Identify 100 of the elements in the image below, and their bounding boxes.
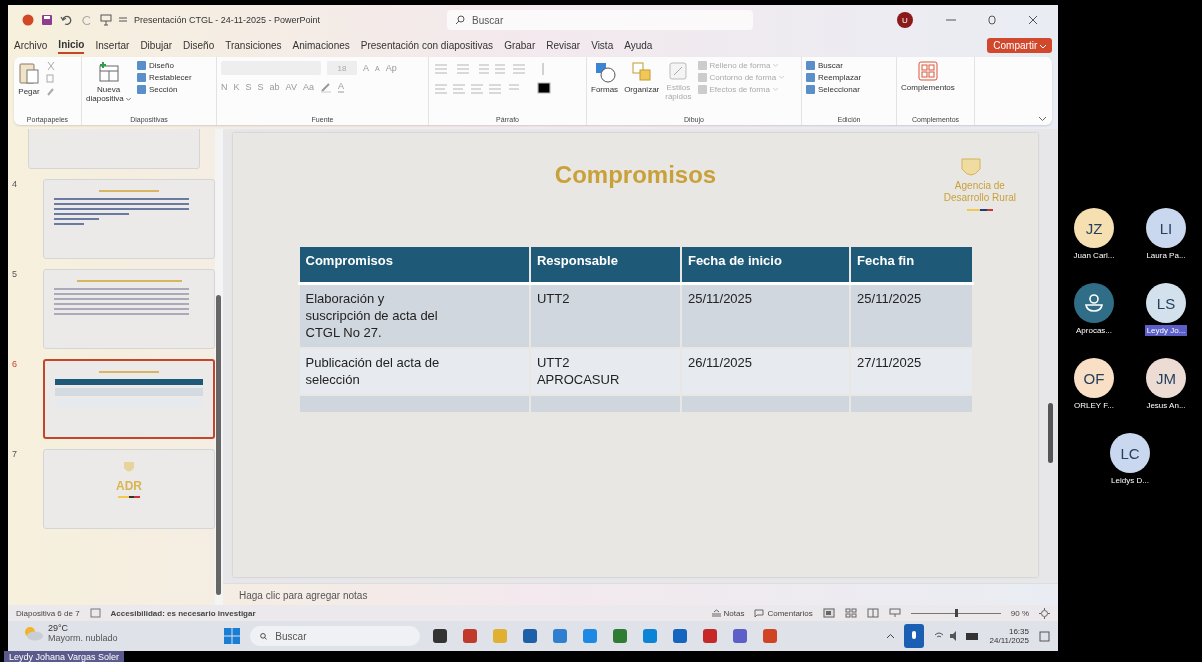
taskbar-search-field[interactable]: Buscar <box>273 629 411 643</box>
add-ins-icon <box>917 61 938 81</box>
thumbnail-logo-text: ADR <box>116 479 142 493</box>
paste-button[interactable]: Pegar <box>18 87 40 96</box>
participant-avatar[interactable]: LI <box>1146 208 1186 248</box>
ribbon-small-button[interactable]: Diseño <box>137 61 192 70</box>
chevron-up-icon[interactable] <box>886 634 894 638</box>
app-icon[interactable] <box>672 628 689 644</box>
participant-avatar[interactable]: LC <box>1110 433 1150 473</box>
participant-name: Laura Pa... <box>1145 250 1187 261</box>
participant-name: Jesus An... <box>1145 400 1187 411</box>
search-field[interactable]: Buscar <box>470 13 675 27</box>
comments-button[interactable]: Comentarios <box>754 608 813 618</box>
slide-thumbnail[interactable] <box>43 359 215 439</box>
weather-condition: Mayorm. nublado <box>48 633 118 643</box>
zoom-thumb[interactable] <box>954 609 958 617</box>
menu-tab[interactable]: Archivo <box>14 37 48 53</box>
scrollbar-thumb[interactable] <box>216 295 221 595</box>
table-cell: 25/11/2025 <box>850 283 973 348</box>
slide-number: 4 <box>12 179 18 191</box>
save-icon[interactable] <box>41 14 53 26</box>
new-slide-button[interactable]: Nueva diapositiva <box>86 85 132 103</box>
presentation-icon[interactable] <box>100 14 112 26</box>
menu-tab[interactable]: Vista <box>591 37 614 53</box>
app-icon[interactable] <box>462 628 479 644</box>
menu-tab[interactable]: Grabar <box>504 37 536 53</box>
redo-icon[interactable] <box>81 14 93 26</box>
table-cell: 26/11/2025 <box>680 348 851 395</box>
quick-styles-icon <box>668 61 689 81</box>
app-icon[interactable] <box>732 628 749 644</box>
menu-tab[interactable]: Dibujar <box>140 37 173 53</box>
windows-start-icon[interactable] <box>224 628 241 644</box>
system-tray-icons[interactable] <box>933 631 980 641</box>
flag-stripe <box>966 209 993 211</box>
format-painter-icon[interactable] <box>46 87 56 97</box>
notification-icon[interactable] <box>1039 630 1050 642</box>
slide-sorter-icon[interactable] <box>844 608 857 618</box>
menu-tab[interactable]: Transiciones <box>225 37 282 53</box>
zoom-slider[interactable] <box>910 608 1001 618</box>
arrange-icon <box>630 61 653 83</box>
close-icon[interactable] <box>1028 15 1038 25</box>
arrange-button[interactable]: Organizar <box>624 85 660 94</box>
user-avatar[interactable]: U <box>897 12 913 28</box>
accessibility-status[interactable]: Accesibilidad: es necesario investigar <box>110 608 256 618</box>
highlighter-icon[interactable] <box>319 81 332 93</box>
participant-avatar[interactable]: LS <box>1146 283 1186 323</box>
ribbon-small-button[interactable]: Sección <box>137 85 192 94</box>
menu-tab[interactable]: Animaciones <box>292 37 350 53</box>
menu-tab[interactable]: Inicio <box>58 36 85 54</box>
table-header-cell: Responsable <box>529 246 681 284</box>
scrollbar-thumb[interactable] <box>1048 403 1053 463</box>
participant-avatar[interactable]: JM <box>1146 358 1186 398</box>
ribbon-small-button[interactable]: Buscar <box>806 61 862 70</box>
slide-counter: Diapositiva 6 de 7 <box>16 608 80 618</box>
logo-text: Desarrollo Rural <box>943 192 1016 204</box>
clock-time[interactable]: 16:35 <box>1008 627 1029 636</box>
slideshow-icon[interactable] <box>888 608 901 618</box>
collapse-ribbon-icon[interactable] <box>1039 117 1046 121</box>
table-header-cell: Fecha de inicio <box>680 246 851 284</box>
table-header-cell: Compromisos <box>298 246 530 284</box>
slide-number: 7 <box>12 449 18 461</box>
app-icon[interactable] <box>702 628 719 644</box>
search-icon <box>455 15 466 25</box>
participant-avatar[interactable]: JZ <box>1074 208 1114 248</box>
notes-button[interactable]: Notas <box>711 608 745 618</box>
microphone-icon[interactable] <box>903 624 924 648</box>
zoom-level[interactable]: 90 % <box>1010 608 1029 618</box>
taskbar-search-box[interactable]: Buscar <box>250 626 421 646</box>
slide-number: 5 <box>12 269 18 281</box>
normal-view-icon[interactable] <box>822 608 835 618</box>
ribbon-small-button[interactable]: Seleccionar <box>806 85 862 94</box>
table-cell: 25/11/2025 <box>680 283 851 348</box>
undo-icon[interactable] <box>60 14 74 26</box>
app-icon[interactable] <box>432 628 449 644</box>
participant-avatar[interactable]: OF <box>1074 358 1114 398</box>
scissors-icon[interactable] <box>46 61 56 71</box>
fit-slide-icon[interactable] <box>1039 607 1050 619</box>
spelling-icon[interactable] <box>89 608 101 618</box>
table-cell: Elaboración y suscripción de acta del CTGL No 27. <box>298 283 530 348</box>
menu-tab[interactable]: Revisar <box>546 37 581 53</box>
ribbon-small-button[interactable]: Reemplazar <box>806 73 862 82</box>
menu-tab[interactable]: Insertar <box>95 37 130 53</box>
search-box[interactable]: Buscar <box>447 10 754 30</box>
customize-menu-icon[interactable] <box>119 17 127 23</box>
share-button[interactable]: Compartir <box>987 37 1052 53</box>
clipboard-icon <box>18 61 40 85</box>
menu-tab[interactable]: Presentación con diapositivas <box>360 37 494 53</box>
reading-view-icon[interactable] <box>866 608 879 618</box>
add-ins-button[interactable]: Complementos <box>901 83 955 92</box>
ribbon-small-button[interactable]: Restablecer <box>137 73 192 82</box>
menu-tab[interactable]: Diseño <box>183 37 215 53</box>
participant-avatar[interactable] <box>1074 283 1114 323</box>
menu-tab[interactable]: Ayuda <box>624 37 653 53</box>
notes-icon <box>711 609 721 617</box>
shapes-button[interactable]: Formas <box>591 85 619 94</box>
restore-icon[interactable] <box>987 15 997 25</box>
caret-icon <box>779 76 785 79</box>
participant-name: Leidys D... <box>1110 475 1150 486</box>
clock-date[interactable]: 24/11/2025 <box>989 636 1029 645</box>
app-icon[interactable] <box>522 628 539 644</box>
